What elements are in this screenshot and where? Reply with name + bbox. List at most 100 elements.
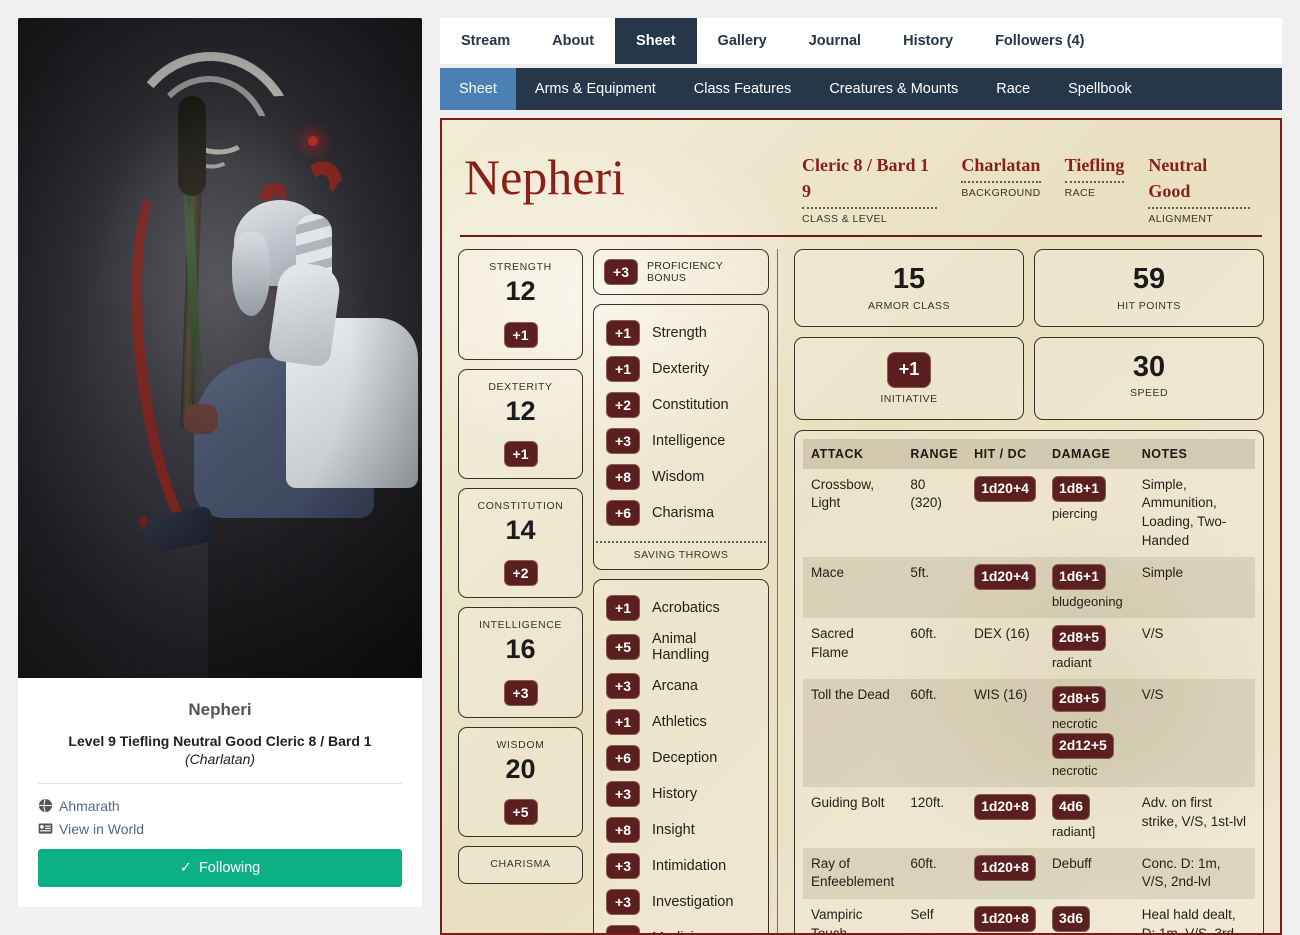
skill-modifier: +5: [606, 925, 640, 935]
tab-stream[interactable]: Stream: [440, 18, 531, 64]
ability-modifier: +5: [504, 799, 538, 825]
tab-history[interactable]: History: [882, 18, 974, 64]
attack-name: Vampiric Touch: [803, 899, 902, 935]
skill-history[interactable]: +3 History: [604, 776, 758, 812]
saving-throw-label: Strength: [652, 325, 707, 341]
saving-throw-intelligence[interactable]: +3 Intelligence: [604, 423, 758, 459]
ability-strength[interactable]: STRENGTH 12 +1: [458, 249, 583, 359]
ability-label: STRENGTH: [463, 261, 578, 273]
attack-damage-type: necrotic: [1052, 759, 1126, 780]
header-field-value: Cleric 8 / Bard 1 9: [802, 152, 937, 207]
skill-animal-handling[interactable]: +5 Animal Handling: [604, 626, 758, 668]
skill-athletics[interactable]: +1 Athletics: [604, 704, 758, 740]
ability-wisdom[interactable]: WISDOM 20 +5: [458, 727, 583, 837]
skill-insight[interactable]: +8 Insight: [604, 812, 758, 848]
tab-journal[interactable]: Journal: [788, 18, 882, 64]
tab-sheet[interactable]: Sheet: [615, 18, 697, 64]
subtab-sheet[interactable]: Sheet: [440, 68, 516, 110]
character-background: (Charlatan): [38, 751, 402, 781]
attack-damage-dice: 2d8+5: [1052, 625, 1106, 651]
view-in-world-link[interactable]: View in World: [38, 821, 402, 837]
header-field-label: CLASS & LEVEL: [802, 213, 937, 225]
sheet-header-rule: [460, 235, 1262, 237]
saving-throw-label: Charisma: [652, 505, 714, 521]
attacks-box: ATTACKRANGEHIT / DCDAMAGENOTES Crossbow,…: [794, 430, 1264, 935]
skill-arcana[interactable]: +3 Arcana: [604, 668, 758, 704]
speed-card[interactable]: 30 SPEED: [1034, 337, 1264, 420]
attack-row[interactable]: Crossbow, Light 80 (320) 1d20+4 1d8+1 pi…: [803, 469, 1255, 558]
subtab-class-features[interactable]: Class Features: [675, 68, 811, 110]
card-divider: [38, 783, 402, 784]
attack-row[interactable]: Mace 5ft. 1d20+4 1d6+1 bludgeoning Simpl…: [803, 557, 1255, 618]
attack-row[interactable]: Guiding Bolt 120ft. 1d20+8 4d6 radiant] …: [803, 787, 1255, 848]
attacks-col-range: RANGE: [902, 439, 966, 469]
initiative-card[interactable]: +1 INITIATIVE: [794, 337, 1024, 420]
initiative-value: +1: [887, 352, 931, 388]
ability-constitution[interactable]: CONSTITUTION 14 +2: [458, 488, 583, 598]
following-button[interactable]: ✓ Following: [38, 849, 402, 887]
header-field-class-level: Cleric 8 / Bard 1 9 CLASS & LEVEL: [790, 152, 949, 225]
ability-score: 12: [463, 273, 578, 307]
tab-gallery[interactable]: Gallery: [697, 18, 788, 64]
saving-throw-constitution[interactable]: +2 Constitution: [604, 387, 758, 423]
attack-hit: 1d20+4: [966, 557, 1044, 618]
skill-medicine[interactable]: +5 Medicine: [604, 920, 758, 935]
character-card-body: Nepheri Level 9 Tiefling Neutral Good Cl…: [18, 678, 422, 907]
attack-hit: WIS (16): [966, 679, 1044, 787]
subtab-spellbook[interactable]: Spellbook: [1049, 68, 1151, 110]
header-field-rule: [1148, 207, 1250, 209]
skill-acrobatics[interactable]: +1 Acrobatics: [604, 590, 758, 626]
subtab-race[interactable]: Race: [977, 68, 1049, 110]
saving-throw-wisdom[interactable]: +8 Wisdom: [604, 459, 758, 495]
saving-throw-modifier: +1: [606, 320, 640, 346]
attack-row[interactable]: Ray of Enfeeblement 60ft. 1d20+8 Debuff …: [803, 848, 1255, 899]
armor-class-card[interactable]: 15 ARMOR CLASS: [794, 249, 1024, 326]
subtab-creatures-mounts[interactable]: Creatures & Mounts: [810, 68, 977, 110]
proficiency-bonus-box[interactable]: +3 PROFICIENCY BONUS: [593, 249, 769, 295]
tab-about[interactable]: About: [531, 18, 615, 64]
saving-throw-modifier: +2: [606, 392, 640, 418]
ability-intelligence[interactable]: INTELLIGENCE 16 +3: [458, 607, 583, 717]
skill-modifier: +3: [606, 673, 640, 699]
attack-row[interactable]: Sacred Flame 60ft. DEX (16) 2d8+5 radian…: [803, 618, 1255, 679]
attack-hit: 1d20+8: [966, 787, 1044, 848]
id-card-icon: [38, 821, 53, 836]
saving-throw-charisma[interactable]: +6 Charisma: [604, 495, 758, 531]
skill-label: Athletics: [652, 714, 707, 730]
ability-charisma[interactable]: CHARISMA: [458, 846, 583, 884]
skill-deception[interactable]: +6 Deception: [604, 740, 758, 776]
character-summary: Level 9 Tiefling Neutral Good Cleric 8 /…: [38, 732, 402, 751]
ability-dexterity[interactable]: DEXTERITY 12 +1: [458, 369, 583, 479]
attack-hit-value: 1d20+4: [974, 564, 1036, 590]
header-field-race: Tiefling RACE: [1053, 152, 1137, 225]
skill-label: History: [652, 786, 697, 802]
attack-notes: V/S: [1134, 679, 1255, 787]
sheet-columns: STRENGTH 12 +1 DEXTERITY 12 +1 CONSTITUT…: [456, 249, 1266, 935]
subtab-arms-equipment[interactable]: Arms & Equipment: [516, 68, 675, 110]
attack-damage-type: bludgeoning: [1052, 590, 1126, 611]
attack-damage: 2d8+5 radiant: [1044, 618, 1134, 679]
saving-throw-modifier: +1: [606, 356, 640, 382]
saving-throw-strength[interactable]: +1 Strength: [604, 315, 758, 351]
header-field-rule: [961, 181, 1040, 183]
tab-followers-4[interactable]: Followers (4): [974, 18, 1105, 64]
attack-damage-type: radiant: [1052, 651, 1126, 672]
header-field-value: Charlatan: [961, 152, 1040, 181]
attack-name: Mace: [803, 557, 902, 618]
attack-damage-dice: 4d6: [1052, 794, 1090, 820]
sheet-header-fields: Cleric 8 / Bard 1 9 CLASS & LEVEL Charla…: [790, 140, 1262, 225]
saving-throw-dexterity[interactable]: +1 Dexterity: [604, 351, 758, 387]
world-link[interactable]: Ahmarath: [38, 798, 402, 814]
hit-points-card[interactable]: 59 HIT POINTS: [1034, 249, 1264, 326]
skill-intimidation[interactable]: +3 Intimidation: [604, 848, 758, 884]
skill-investigation[interactable]: +3 Investigation: [604, 884, 758, 920]
attack-row[interactable]: Toll the Dead 60ft. WIS (16) 2d8+5 necro…: [803, 679, 1255, 787]
skill-modifier: +3: [606, 853, 640, 879]
ability-label: INTELLIGENCE: [463, 619, 578, 631]
attack-row[interactable]: Vampiric Touch Self 1d20+8 3d6 necrotic …: [803, 899, 1255, 935]
combat-stats-row-one: 15 ARMOR CLASS 59 HIT POINTS: [794, 249, 1264, 336]
attack-damage-type: radiant]: [1052, 820, 1126, 841]
saving-throw-label: Constitution: [652, 397, 729, 413]
attack-hit-value: 1d20+8: [974, 906, 1036, 932]
skill-modifier: +5: [606, 634, 640, 660]
